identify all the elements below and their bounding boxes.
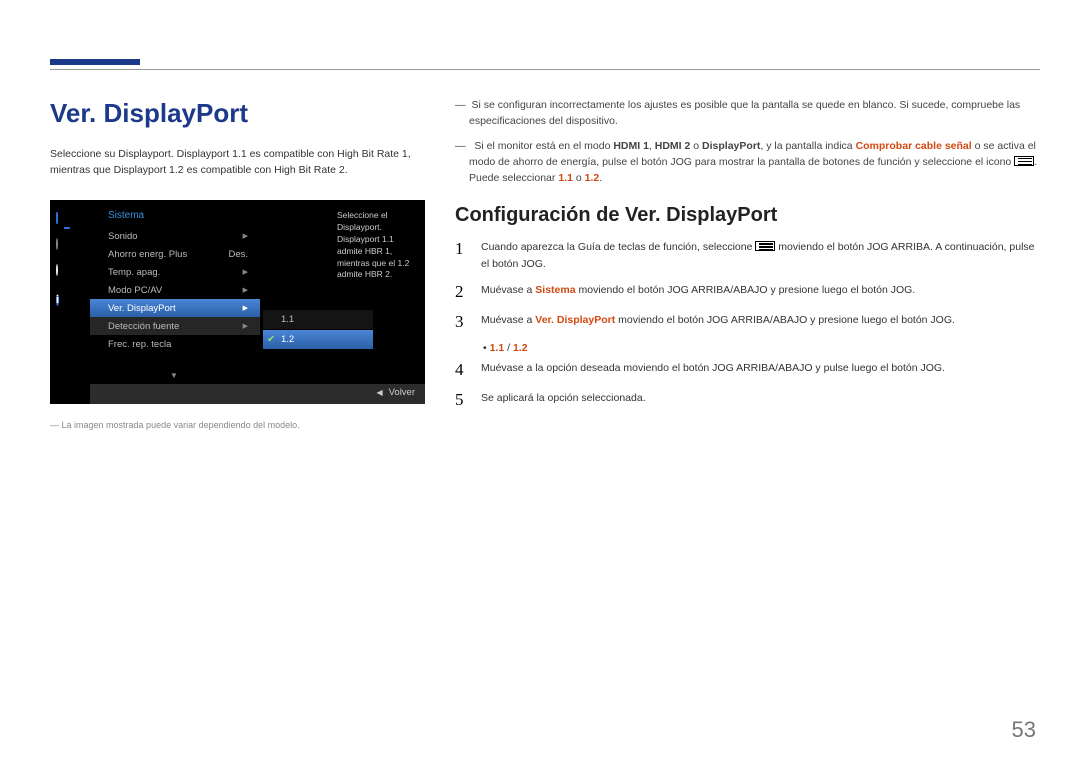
osd-nav-icons: i: [50, 210, 86, 317]
step-2: 2 Muévase a Sistema moviendo el botón JO…: [455, 282, 1040, 302]
osd-screenshot: i Sistema Sonido▶ Ahorro energ. PlusDes.…: [50, 200, 425, 404]
step-num-5: 5: [455, 390, 467, 410]
check-icon: ✔: [267, 334, 275, 345]
gear-icon: [56, 239, 80, 259]
step-3: 3 Muévase a Ver. DisplayPort moviendo el…: [455, 312, 1040, 332]
step-5: 5 Se aplicará la opción seleccionada.: [455, 390, 1040, 410]
osd-row-deteccion: Detección fuente▶: [90, 317, 260, 335]
osd-option-1.1: 1.1: [263, 310, 373, 329]
step-num-2: 2: [455, 282, 467, 302]
osd-row-sonido: Sonido▶: [90, 227, 260, 245]
osd-row-frec: Frec. rep. tecla: [90, 335, 260, 353]
step-num-4: 4: [455, 360, 467, 380]
back-arrow-icon: ◀: [376, 388, 382, 397]
osd-row-modo: Modo PC/AV▶: [90, 281, 260, 299]
step-num-3: 3: [455, 312, 467, 332]
header-accent: [50, 59, 140, 65]
osd-footer: ◀Volver: [90, 384, 425, 404]
page-title: Ver. DisplayPort: [50, 98, 425, 129]
osd-menu-title: Sistema: [90, 208, 260, 227]
osd-row-ahorro: Ahorro energ. PlusDes.: [90, 245, 260, 263]
osd-submenu: 1.1 ✔1.2: [263, 310, 373, 349]
step-3-options: 1.1 / 1.2: [483, 342, 1040, 354]
osd-caption: La imagen mostrada puede variar dependie…: [50, 420, 425, 430]
intro-text: Seleccione su Displayport. Displayport 1…: [50, 147, 425, 179]
page-header: [50, 59, 1040, 71]
osd-option-1.2: ✔1.2: [263, 329, 373, 349]
monitor-icon: [56, 213, 80, 233]
menu-icon: [755, 241, 775, 251]
step-1: 1 Cuando aparezca la Guía de teclas de f…: [455, 239, 1040, 272]
step-4: 4 Muévase a la opción deseada moviendo e…: [455, 360, 1040, 380]
section-heading: Configuración de Ver. DisplayPort: [455, 204, 1040, 227]
osd-row-displayport: Ver. DisplayPort▶: [90, 299, 260, 317]
info-icon: i: [56, 291, 80, 311]
note-2: Si el monitor está en el modo HDMI 1, HD…: [455, 138, 1040, 187]
page-number: 53: [1012, 717, 1036, 743]
step-num-1: 1: [455, 239, 467, 272]
osd-menu: Sistema Sonido▶ Ahorro energ. PlusDes. T…: [90, 208, 260, 353]
header-rule: [50, 69, 1040, 70]
gear-white-icon: [56, 265, 80, 285]
osd-row-temp: Temp. apag.▶: [90, 263, 260, 281]
scroll-down-icon: ▼: [170, 371, 178, 380]
menu-icon: [1014, 156, 1034, 166]
osd-tooltip: Seleccione el Displayport. Displayport 1…: [337, 210, 419, 281]
note-1: Si se configuran incorrectamente los aju…: [455, 97, 1040, 130]
